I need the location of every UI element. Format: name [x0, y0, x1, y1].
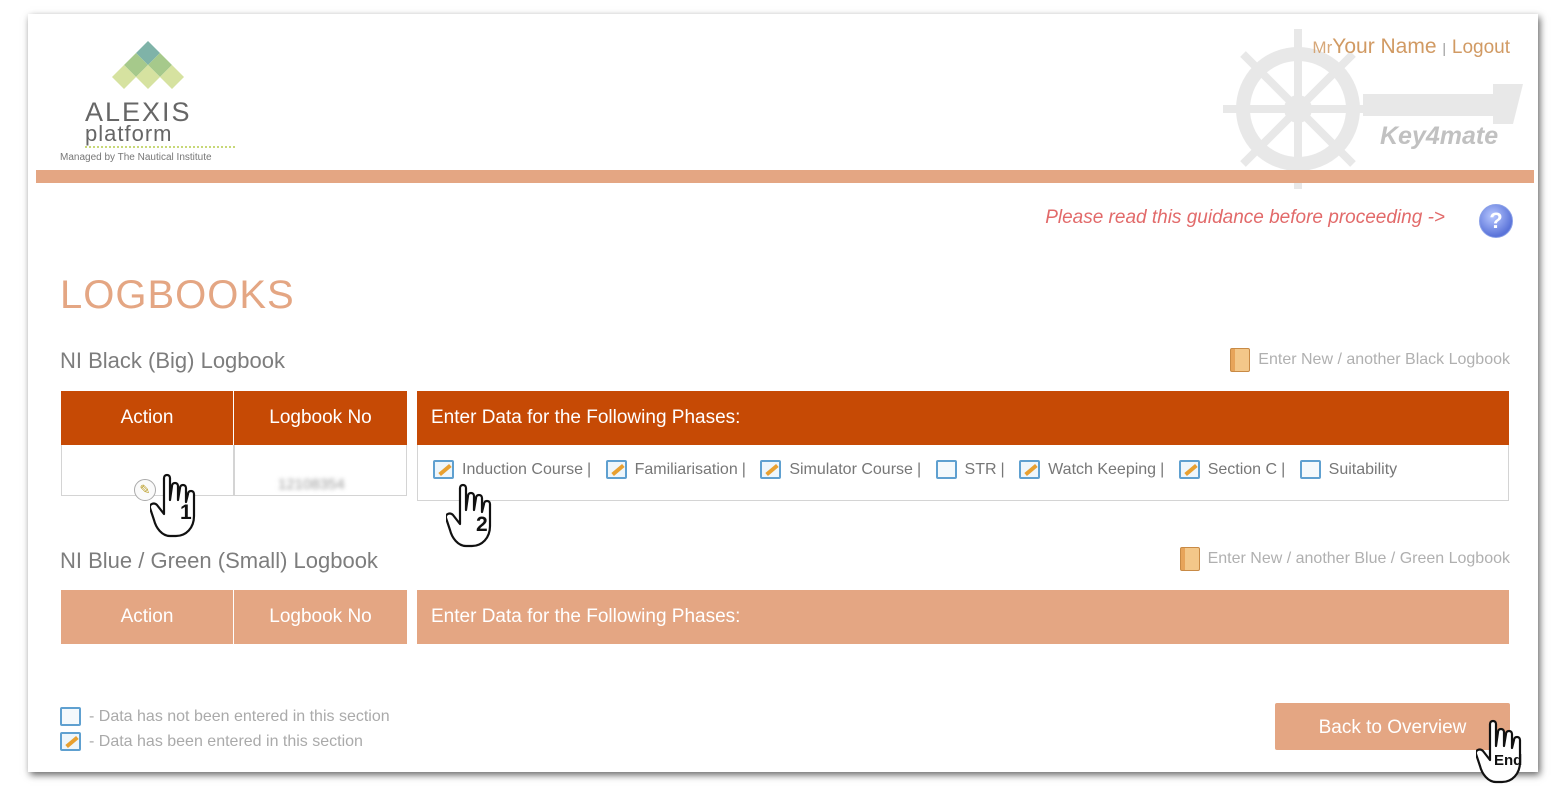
legend-label: - Data has been entered in this section	[89, 732, 363, 750]
user-salutation: Mr	[1312, 38, 1333, 57]
column-header-action: Action	[61, 590, 233, 644]
enter-new-blue-green-logbook-link[interactable]: Enter New / another Blue / Green Logbook	[1179, 547, 1510, 571]
data-entered-icon	[760, 460, 782, 479]
page-title: LOGBOOKS	[60, 273, 295, 317]
phase-link-induction-course[interactable]: Induction Course |	[433, 460, 597, 479]
enter-new-black-logbook-link[interactable]: Enter New / another Black Logbook	[1230, 348, 1510, 372]
data-entered-icon	[60, 732, 81, 751]
user-separator: |	[1442, 40, 1447, 56]
no-data-icon	[60, 707, 81, 726]
enter-new-black-logbook-label: Enter New / another Black Logbook	[1258, 351, 1510, 369]
phase-label: Suitability	[1328, 460, 1398, 478]
logbook-icon	[1179, 547, 1200, 571]
watermark-text: Key4mate	[1380, 122, 1499, 150]
data-entered-icon	[605, 460, 627, 479]
logo-divider	[85, 146, 235, 148]
logbook-number: 12108354	[278, 476, 345, 493]
no-data-icon	[1299, 460, 1321, 479]
legend-not-entered: - Data has not been entered in this sect…	[60, 707, 390, 726]
phase-separator: |	[916, 460, 922, 478]
no-data-icon	[935, 460, 957, 479]
guidance-text[interactable]: Please read this guidance before proceed…	[1045, 207, 1445, 229]
phase-label: Section C	[1207, 460, 1278, 478]
user-area: MrYour Name | Logout	[1312, 35, 1510, 59]
phase-label: Familiarisation	[634, 460, 738, 478]
phase-link-suitability[interactable]: Suitability	[1299, 460, 1398, 479]
logbook-icon	[1230, 348, 1251, 372]
phase-label: Watch Keeping	[1048, 460, 1157, 478]
column-header-phases: Enter Data for the Following Phases:	[417, 590, 1509, 644]
phase-link-watch-keeping[interactable]: Watch Keeping |	[1019, 460, 1170, 479]
column-header-logbook-no: Logbook No	[234, 391, 407, 445]
phase-separator: |	[1281, 460, 1286, 478]
logout-link[interactable]: Logout	[1452, 37, 1510, 58]
header-divider	[36, 170, 1534, 183]
enter-new-blue-green-logbook-label: Enter New / another Blue / Green Logbook	[1207, 550, 1510, 568]
step-2-label: 2	[476, 513, 488, 536]
back-to-overview-button[interactable]: Back to Overview	[1275, 703, 1510, 750]
data-entered-icon	[1178, 460, 1200, 479]
user-name: Your Name	[1332, 35, 1437, 58]
legend-entered: - Data has been entered in this section	[60, 732, 363, 751]
app-window: ALEXIS platform Managed by The Nautical …	[28, 14, 1538, 784]
phase-label: Simulator Course	[789, 460, 913, 478]
phase-link-simulator-course[interactable]: Simulator Course |	[760, 460, 927, 479]
phase-link-familiarisation[interactable]: Familiarisation |	[605, 460, 752, 479]
column-header-phases: Enter Data for the Following Phases:	[417, 391, 1509, 445]
logo-tagline: Managed by The Nautical Institute	[60, 152, 212, 163]
data-entered-icon	[433, 460, 454, 479]
end-label: End	[1494, 752, 1523, 769]
phase-link-section-c[interactable]: Section C |	[1178, 460, 1292, 479]
phase-label: Induction Course	[462, 460, 583, 478]
column-header-logbook-no: Logbook No	[234, 590, 407, 644]
black-logbook-title: NI Black (Big) Logbook	[60, 348, 285, 373]
phase-separator: |	[1160, 460, 1165, 478]
blue-green-logbook-title: NI Blue / Green (Small) Logbook	[60, 548, 378, 573]
phase-separator: |	[1000, 460, 1005, 478]
phase-separator: |	[741, 460, 746, 478]
help-icon[interactable]: ?	[1479, 204, 1513, 238]
alexis-logo-icon	[112, 41, 184, 89]
phase-links: Induction Course | Familiarisation | Simul…	[433, 460, 1401, 484]
column-header-action: Action	[61, 391, 233, 445]
phase-link-str[interactable]: STR |	[935, 460, 1011, 479]
phase-separator: |	[586, 460, 592, 478]
logo-subtext: platform	[85, 121, 173, 146]
data-entered-icon	[1019, 460, 1041, 479]
phase-label: STR	[964, 460, 997, 478]
legend-label: - Data has not been entered in this sect…	[89, 707, 390, 725]
step-1-label: 1	[180, 501, 192, 524]
